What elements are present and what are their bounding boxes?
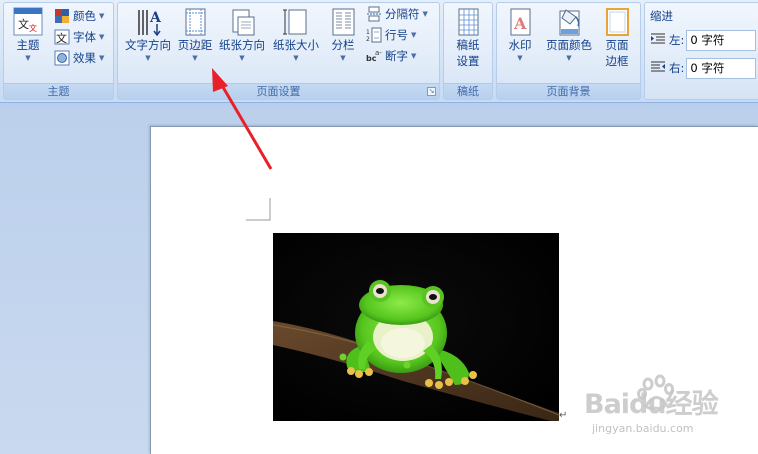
- colors-button[interactable]: 颜色 ▼: [54, 6, 104, 26]
- svg-text:A: A: [513, 14, 527, 33]
- svg-text:文: 文: [56, 31, 67, 45]
- manuscript-label-line2: 设置: [456, 54, 480, 68]
- chevron-down-icon: ▼: [411, 31, 417, 39]
- fonts-label: 字体: [73, 30, 96, 44]
- theme-group-label: 主题: [4, 83, 113, 99]
- chevron-down-icon: ▼: [340, 54, 346, 62]
- hyphenation-button[interactable]: bc a- 断字 ▼: [366, 46, 416, 66]
- chevron-down-icon: ▼: [566, 54, 572, 62]
- columns-button[interactable]: 分栏 ▼: [323, 7, 363, 63]
- left-indent-label: 左:: [669, 33, 685, 47]
- page-color-icon: [552, 7, 586, 37]
- page-borders-label-line2: 边框: [605, 54, 629, 68]
- breaks-label: 分隔符: [385, 7, 420, 21]
- ribbon: 文 文 主题 ▼ 颜色 ▼ 文 字体 ▼ 效果 ▼ 主题 A 文字方向 ▼ 页边…: [0, 0, 758, 103]
- manuscript-icon: [451, 7, 485, 37]
- effects-icon: [54, 50, 70, 66]
- page-setup-group: A 文字方向 ▼ 页边距 ▼ 纸张方向 ▼ 纸张大小 ▼ 分栏 ▼ 分隔符 ▼ …: [117, 2, 440, 100]
- line-numbers-button[interactable]: 12 行号 ▼: [366, 25, 416, 45]
- line-numbers-label: 行号: [385, 28, 408, 42]
- watermark-icon: A: [503, 7, 537, 37]
- fonts-button[interactable]: 文 字体 ▼: [54, 27, 104, 47]
- page-color-button[interactable]: 页面颜色 ▼: [541, 7, 597, 63]
- manuscript-group: 稿纸 设置 稿纸: [443, 2, 493, 100]
- columns-label: 分栏: [331, 38, 355, 52]
- svg-text:1: 1: [366, 29, 370, 36]
- breaks-button[interactable]: 分隔符 ▼: [366, 4, 428, 24]
- manuscript-label-line1: 稿纸: [456, 38, 480, 52]
- margins-button[interactable]: 页边距 ▼: [175, 7, 215, 63]
- fonts-icon: 文: [54, 29, 70, 45]
- right-indent-row: 右: 0 字符: [650, 57, 757, 79]
- chevron-down-icon: ▼: [422, 10, 428, 18]
- right-indent-input[interactable]: 0 字符: [686, 57, 757, 79]
- chevron-down-icon: ▼: [99, 33, 105, 41]
- size-icon: [279, 7, 313, 37]
- columns-icon: [326, 7, 360, 37]
- chevron-down-icon: ▼: [145, 54, 151, 62]
- page-borders-button[interactable]: 页面 边框: [598, 7, 636, 69]
- right-indent-label: 右:: [669, 61, 685, 75]
- breaks-icon: [366, 6, 382, 22]
- colors-label: 颜色: [73, 9, 96, 23]
- svg-text:文: 文: [29, 23, 37, 33]
- chevron-down-icon: ▼: [411, 52, 417, 60]
- page-borders-label-line1: 页面: [605, 38, 629, 52]
- watermark-label: 水印: [508, 38, 532, 52]
- orientation-icon: [225, 7, 259, 37]
- theme-group: 文 文 主题 ▼ 颜色 ▼ 文 字体 ▼ 效果 ▼ 主题: [3, 2, 114, 100]
- indent-left-icon: [650, 32, 666, 49]
- indent-title: 缩进: [650, 9, 673, 23]
- watermark-button[interactable]: A 水印 ▼: [501, 7, 539, 63]
- page-color-label: 页面颜色: [546, 38, 592, 52]
- left-indent-row: 左: 0 字符: [650, 29, 757, 51]
- svg-text:A: A: [149, 10, 162, 26]
- text-direction-label: 文字方向: [125, 38, 171, 52]
- svg-text:文: 文: [18, 17, 29, 31]
- chevron-down-icon: ▼: [99, 54, 105, 62]
- paragraph-mark: ↵: [559, 410, 568, 421]
- frog-image[interactable]: [272, 233, 560, 421]
- size-button[interactable]: 纸张大小 ▼: [270, 7, 322, 63]
- effects-label: 效果: [73, 51, 96, 65]
- theme-icon: 文 文: [11, 7, 45, 37]
- paragraph-group: 缩进 左: 0 字符 右: 0 字符: [644, 2, 758, 100]
- svg-text:a-: a-: [375, 49, 382, 57]
- theme-button[interactable]: 文 文 主题 ▼: [8, 7, 48, 63]
- text-direction-button[interactable]: A 文字方向 ▼: [121, 7, 175, 63]
- svg-text:2: 2: [366, 36, 370, 43]
- text-direction-icon: A: [131, 7, 165, 37]
- chevron-down-icon: ▼: [192, 54, 198, 62]
- line-numbers-icon: 12: [366, 27, 382, 43]
- page-background-group-label: 页面背景: [497, 83, 640, 99]
- manuscript-group-label: 稿纸: [444, 83, 492, 99]
- hyphenation-icon: bc a-: [366, 48, 382, 64]
- margins-icon: [178, 7, 212, 37]
- theme-button-label: 主题: [16, 38, 40, 52]
- chevron-down-icon: ▼: [25, 54, 31, 62]
- chevron-down-icon: ▼: [99, 12, 105, 20]
- baidu-watermark: Baidu经验 jingyan.baidu.com: [578, 372, 758, 442]
- page-borders-icon: [600, 7, 634, 37]
- chevron-down-icon: ▼: [293, 54, 299, 62]
- chevron-down-icon: ▼: [517, 54, 523, 62]
- hyphenation-label: 断字: [385, 49, 408, 63]
- manuscript-settings-button[interactable]: 稿纸 设置: [448, 7, 488, 69]
- margins-label: 页边距: [177, 38, 213, 52]
- page-background-group: A 水印 ▼ 页面颜色 ▼ 页面 边框 页面背景: [496, 2, 641, 100]
- orientation-label: 纸张方向: [219, 38, 265, 52]
- page-setup-group-label: 页面设置: [118, 83, 439, 99]
- watermark-url: jingyan.baidu.com: [592, 422, 694, 435]
- colors-icon: [54, 8, 70, 24]
- orientation-button[interactable]: 纸张方向 ▼: [216, 7, 268, 63]
- chevron-down-icon: ▼: [239, 54, 245, 62]
- watermark-brand: Baidu经验: [584, 389, 719, 420]
- page-setup-dialog-launcher-icon[interactable]: ↘: [427, 87, 436, 96]
- effects-button[interactable]: 效果 ▼: [54, 48, 104, 68]
- margin-corner-mark: [246, 198, 271, 221]
- left-indent-input[interactable]: 0 字符: [686, 29, 757, 51]
- indent-right-icon: [650, 60, 666, 77]
- size-label: 纸张大小: [273, 38, 319, 52]
